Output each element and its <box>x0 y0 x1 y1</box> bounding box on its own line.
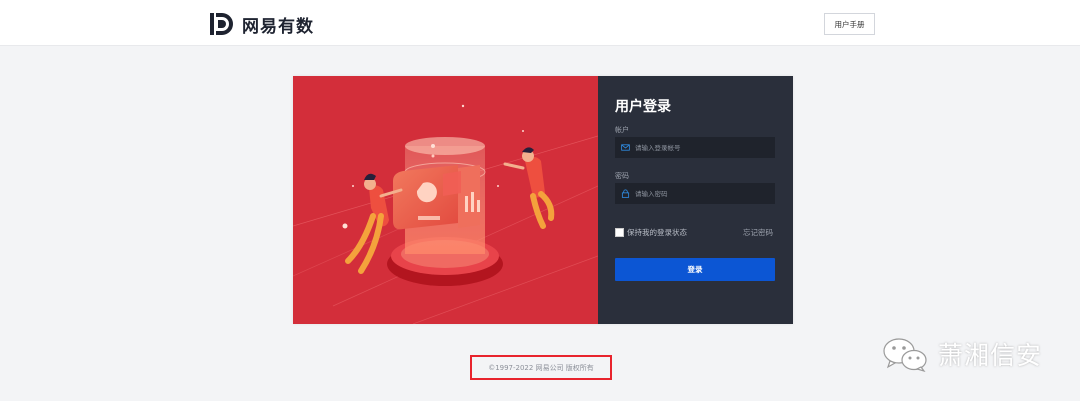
brand-name: 网易有数 <box>242 16 314 37</box>
account-input[interactable] <box>635 143 775 152</box>
login-button[interactable]: 登录 <box>615 258 775 281</box>
top-header: 网易有数 用户手册 <box>0 0 1080 46</box>
login-panel: 用户登录 帐户 密码 保持我的登录状态 <box>598 76 793 324</box>
brand-logo-icon <box>210 13 233 35</box>
wechat-icon <box>883 338 927 372</box>
login-title: 用户登录 <box>615 99 671 115</box>
password-label: 密码 <box>615 172 629 180</box>
watermark: 萧湘信安 <box>880 336 1042 372</box>
hero-illustration <box>293 76 598 324</box>
user-manual-button[interactable]: 用户手册 <box>824 13 875 35</box>
password-field[interactable] <box>615 183 775 204</box>
login-card: 用户登录 帐户 密码 保持我的登录状态 <box>293 76 793 324</box>
mail-icon <box>621 143 630 152</box>
copyright-text: ©1997-2022 网易公司 版权所有 <box>488 363 594 372</box>
remember-label: 保持我的登录状态 <box>627 228 687 237</box>
remember-me[interactable]: 保持我的登录状态 <box>615 227 687 238</box>
lock-icon <box>621 189 630 198</box>
remember-checkbox[interactable] <box>615 228 624 237</box>
data-visualization-illustration <box>293 104 598 324</box>
password-input[interactable] <box>635 189 775 198</box>
account-field[interactable] <box>615 137 775 158</box>
forgot-password-link[interactable]: 忘记密码 <box>743 227 773 238</box>
brand-logo[interactable]: 网易有数 <box>209 11 314 37</box>
copyright-highlight-box: ©1997-2022 网易公司 版权所有 <box>470 355 612 380</box>
account-label: 帐户 <box>615 126 629 134</box>
watermark-text: 萧湘信安 <box>938 341 1043 370</box>
